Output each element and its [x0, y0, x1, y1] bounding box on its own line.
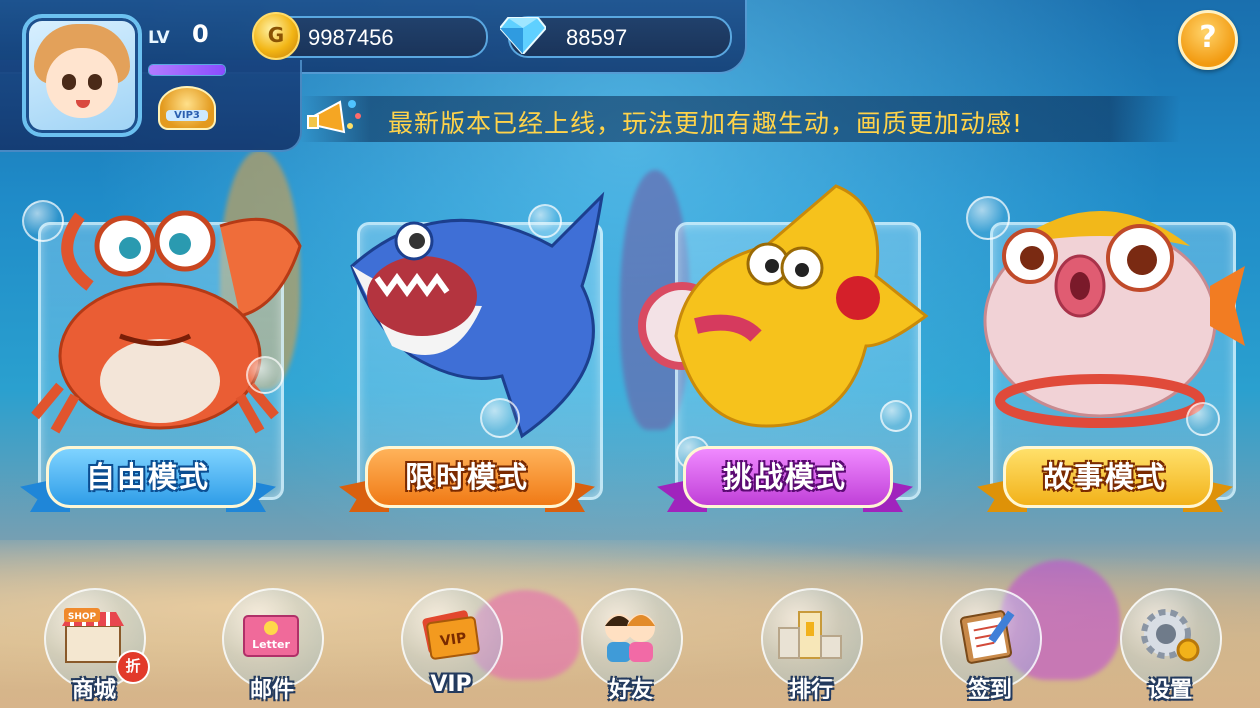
mode-ribbon-timed[interactable]: 限时模式	[339, 440, 595, 520]
bubble-decoration	[1186, 402, 1220, 436]
gold-amount: 9987456	[308, 25, 394, 50]
dock-mail-button[interactable]: Letter 邮件	[222, 588, 324, 708]
player-avatar[interactable]	[22, 14, 142, 137]
notice-text: 最新版本已经上线，玩法更加有趣生动，画质更加动感!	[388, 109, 1024, 138]
shop-icon: SHOP	[62, 608, 124, 663]
dock-label-friends: 好友	[608, 678, 653, 703]
settings-gear-icon	[1141, 609, 1200, 662]
diamond-icon	[500, 17, 546, 54]
shark-icon	[350, 191, 605, 439]
mode-ribbon-challenge[interactable]: 挑战模式	[657, 440, 913, 520]
mode-label-challenge: 挑战模式	[722, 460, 847, 494]
vip-badge-icon[interactable]: VIP3	[158, 86, 216, 130]
shop-sign-text: SHOP	[68, 612, 97, 622]
letter-sign-text: Letter	[252, 638, 290, 651]
dock-checkin-button[interactable]: 签到	[940, 588, 1042, 708]
gold-coin-icon: G	[252, 12, 300, 60]
podium-icon	[778, 611, 842, 659]
dock-label-ranking: 排行	[788, 678, 833, 703]
dock-shop-button[interactable]: SHOP 折 商城	[44, 588, 150, 708]
megaphone-icon	[307, 100, 361, 134]
mode-label-free: 自由模式	[85, 460, 210, 494]
level-value: 0	[192, 20, 209, 48]
bubble-decoration	[880, 400, 912, 432]
diamond-amount: 88597	[566, 25, 628, 50]
xp-progress-bar	[148, 64, 226, 76]
checkin-clipboard-icon	[959, 610, 1015, 664]
vip-ticket-icon: VIP	[422, 610, 480, 660]
bubble-decoration	[480, 398, 520, 438]
bubble-decoration	[528, 204, 562, 238]
dock-label-settings: 设置	[1147, 678, 1192, 703]
dock-vip-button[interactable]: VIP VIP	[401, 588, 503, 708]
mode-ribbon-free[interactable]: 自由模式	[20, 440, 276, 520]
dock-label-checkin: 签到	[967, 678, 1012, 703]
mode-label-story: 故事模式	[1042, 460, 1167, 494]
dock-settings-button[interactable]: 设置	[1120, 588, 1222, 708]
dock-friends-button[interactable]: 好友	[581, 588, 683, 708]
dock-ranking-button[interactable]: 排行	[761, 588, 863, 708]
level-label: LV	[148, 28, 170, 48]
help-button[interactable]: ?	[1178, 10, 1238, 70]
vip-badge-label: VIP3	[166, 110, 208, 121]
mode-ribbon-story[interactable]: 故事模式	[977, 440, 1233, 520]
bubble-decoration	[22, 200, 64, 242]
dock-label-shop: 商城	[71, 678, 116, 703]
bubble-decoration	[246, 356, 284, 394]
bubble-decoration	[966, 196, 1010, 240]
dock-label-vip: VIP	[430, 672, 472, 697]
friends-icon	[605, 614, 655, 662]
dock-label-mail: 邮件	[249, 678, 294, 703]
yellow-fish-icon	[638, 184, 929, 428]
letter-icon: Letter	[243, 615, 299, 657]
pufferfish-icon	[983, 211, 1245, 428]
mode-label-timed: 限时模式	[404, 460, 529, 494]
